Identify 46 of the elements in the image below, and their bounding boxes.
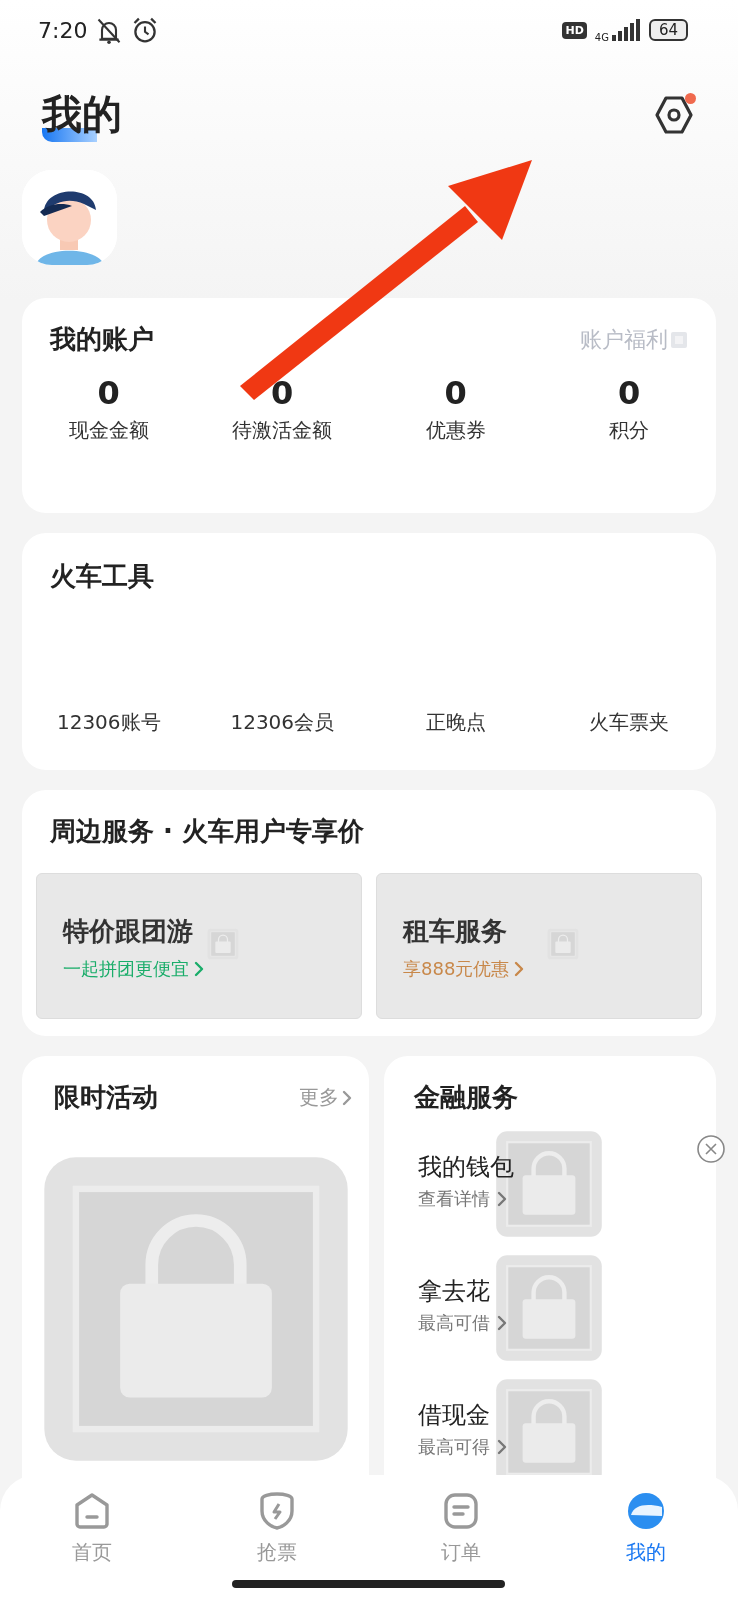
tool-item[interactable]: 正晚点 [369, 709, 543, 736]
tile-subtitle: 一起拼团更便宜 [63, 957, 189, 981]
finance-item-subtitle: 最高可得 [418, 1435, 490, 1459]
stat-value: 0 [97, 373, 120, 414]
settings-icon[interactable] [654, 95, 694, 135]
stat-value: 0 [618, 373, 641, 414]
close-icon[interactable] [696, 1134, 726, 1164]
service-tile[interactable]: 租车服务 享888元优惠 [376, 873, 702, 1019]
chevron-icon [496, 1439, 508, 1455]
chevron-icon [193, 961, 205, 977]
section-title: 火车工具 [50, 560, 155, 593]
finance-item-title[interactable]: 借现金 [418, 1399, 716, 1431]
stat-label: 优惠券 [425, 417, 486, 444]
image-placeholder-icon [670, 330, 688, 349]
section-title: 金融服务 [414, 1081, 519, 1114]
stat-value: 0 [271, 373, 294, 414]
bag-placeholder-icon [494, 1253, 604, 1363]
section-title: 周边服务 · 火车用户专享价 [49, 815, 365, 848]
chevron-icon [341, 1089, 353, 1106]
chevron-icon [513, 961, 526, 977]
stat-value: 0 [444, 373, 467, 414]
network-label: 4G [594, 31, 609, 43]
tab-item[interactable]: 我的 [553, 1491, 738, 1566]
tool-item[interactable]: 12306会员 [195, 709, 369, 736]
section-title: 我的账户 [50, 323, 154, 356]
finance-item-subtitle: 最高可借 [418, 1311, 490, 1335]
finance-item-subtitle: 查看详情 [418, 1187, 490, 1211]
finance-item-title[interactable]: 我的钱包 [418, 1151, 716, 1183]
signal-icon [610, 19, 641, 41]
stat-label: 待激活金额 [232, 417, 333, 444]
finance-item-title[interactable]: 拿去花 [418, 1275, 716, 1307]
chevron-icon [496, 1191, 508, 1207]
stat-label: 积分 [609, 417, 650, 444]
stat-label: 现金金额 [68, 417, 149, 444]
battery-level: 64 [648, 19, 688, 41]
clock-time: 7:20 [38, 17, 88, 43]
profile-logo-icon [625, 1491, 666, 1531]
chevron-icon [496, 1315, 508, 1331]
tile-title: 租车服务 [403, 915, 507, 948]
tool-item[interactable]: 12306账号 [22, 709, 196, 736]
tool-item[interactable]: 火车票夹 [542, 709, 716, 736]
tile-subtitle: 享888元优惠 [403, 957, 510, 981]
hd-badge: HD [562, 21, 587, 39]
tile-title: 特价跟团游 [63, 915, 193, 948]
section-title: 限时活动 [54, 1081, 158, 1114]
service-tile[interactable]: 特价跟团游 一起拼团更便宜 [36, 873, 362, 1019]
